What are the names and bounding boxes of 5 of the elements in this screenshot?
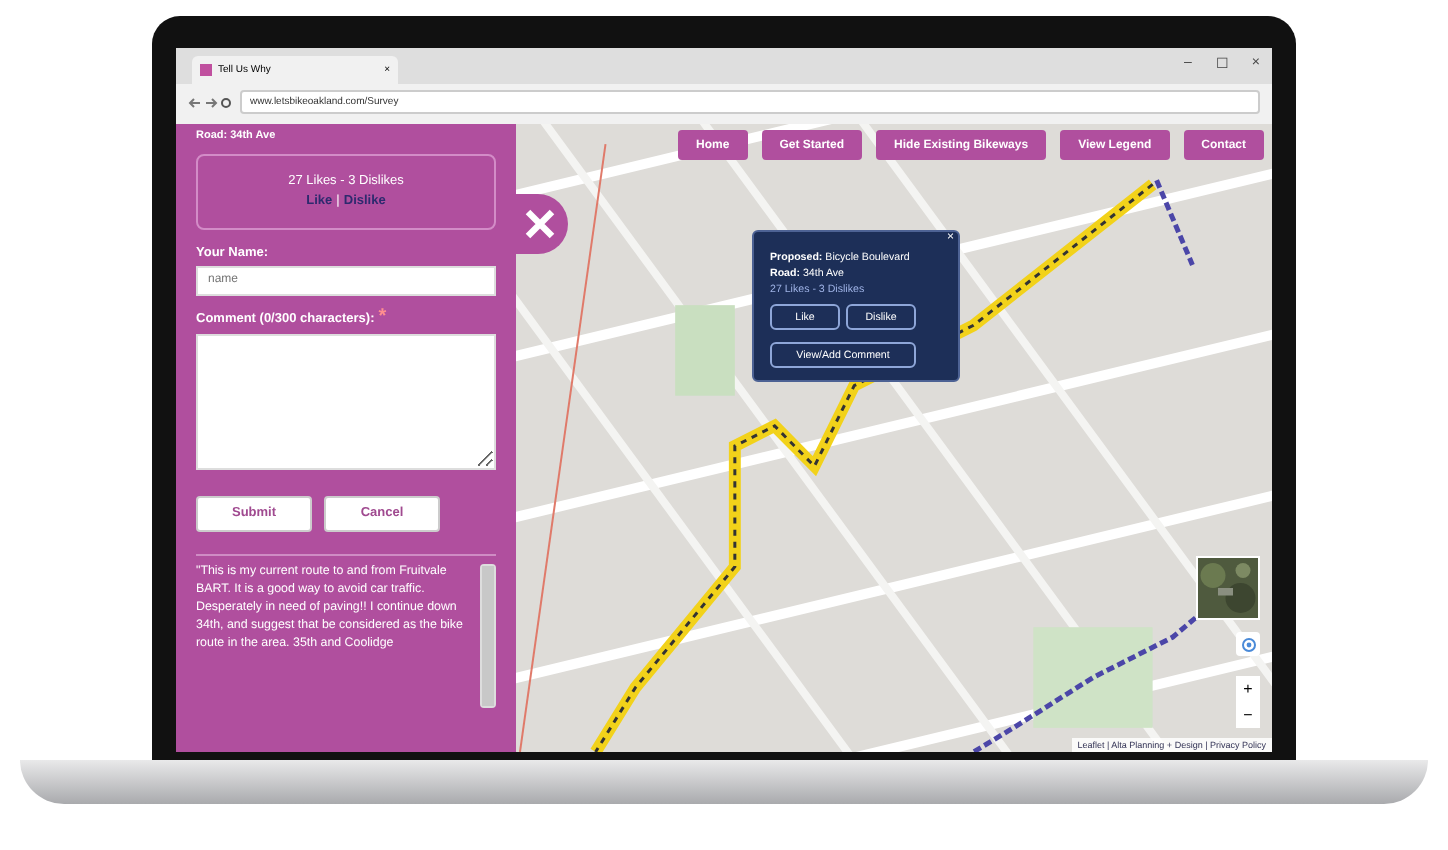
required-mark: * <box>378 307 387 328</box>
favicon-icon <box>200 64 212 76</box>
scrollbar[interactable] <box>480 563 496 708</box>
navigation-icon[interactable] <box>188 95 232 109</box>
comment-field[interactable] <box>196 333 496 470</box>
